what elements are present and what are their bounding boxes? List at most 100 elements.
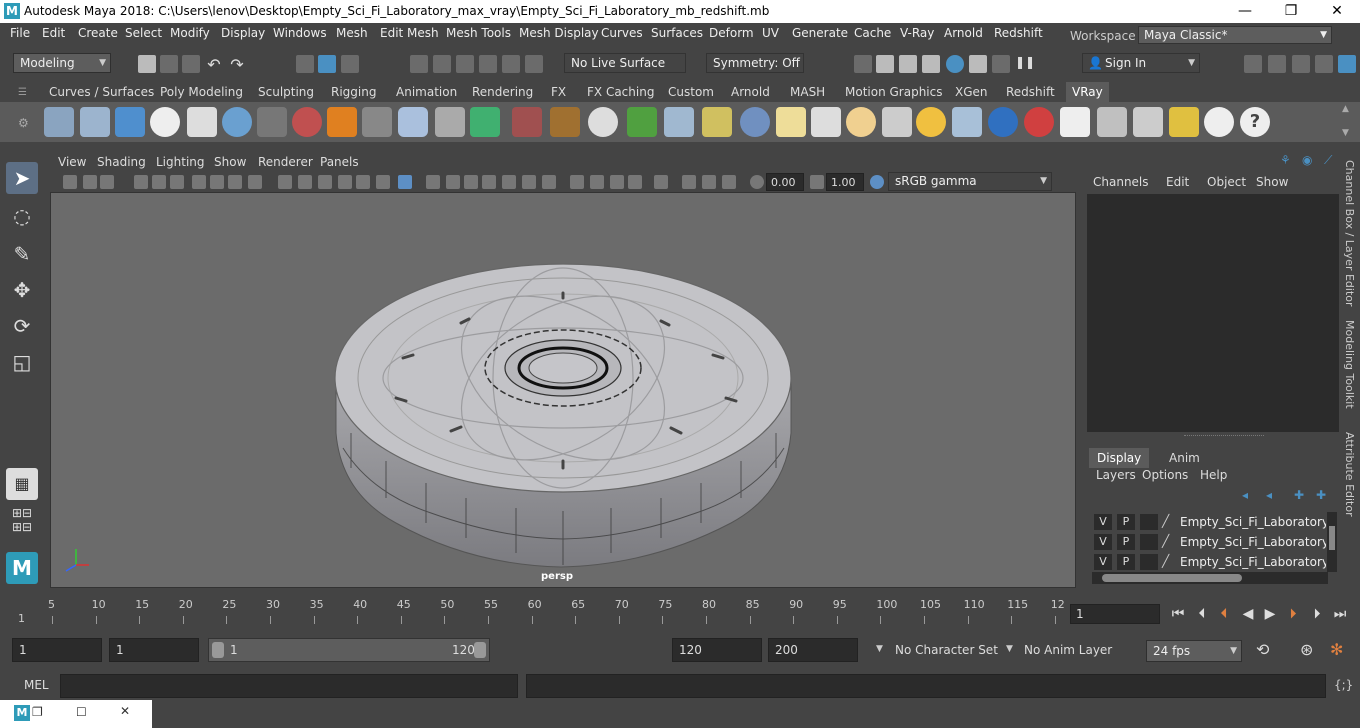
splitter-handle[interactable] [1184,435,1264,437]
vray-proxy-icon[interactable] [80,107,110,137]
attribute-icon[interactable]: ◉ [1302,153,1312,167]
menu-set-dropdown[interactable]: Modeling ▼ [13,53,111,73]
vray-dome-icon[interactable] [740,107,770,137]
current-frame-field[interactable]: 1 [1070,604,1160,624]
tab-motion-graphics[interactable]: Motion Graphics [845,85,943,99]
layer-playback-toggle[interactable]: P [1117,554,1135,570]
menu-deform[interactable]: Deform [709,26,754,40]
go-to-start-icon[interactable]: ⏮ [1168,604,1188,624]
open-scene-icon[interactable] [160,55,178,73]
scrollbar-thumb[interactable] [1102,574,1242,582]
vray-window-icon[interactable] [115,107,145,137]
vray-curve-icon[interactable] [702,107,732,137]
layer-menu-layers[interactable]: Layers [1096,468,1136,482]
camera-attributes-icon[interactable] [83,175,97,189]
snap-curve-icon[interactable] [433,55,451,73]
gate-mask-icon[interactable] [248,175,262,189]
render-settings-icon[interactable] [922,55,940,73]
close-icon[interactable]: ✕ [120,704,130,718]
ambient-occlusion-icon[interactable] [482,175,496,189]
save-scene-icon[interactable] [182,55,200,73]
color-space-dropdown[interactable]: sRGB gamma ▼ [888,172,1052,191]
vray-light-dome-icon[interactable] [776,107,806,137]
snap-view-plane-icon[interactable] [479,55,497,73]
vp-menu-panels[interactable]: Panels [320,155,359,169]
camera-select-icon[interactable] [63,175,77,189]
layer-menu-options[interactable]: Options [1142,468,1188,482]
vp-menu-view[interactable]: View [58,155,86,169]
character-set-dropdown[interactable]: No Character Set [895,643,998,657]
close-button[interactable]: ✕ [1314,0,1360,23]
range-slider[interactable] [208,638,490,662]
tab-animation[interactable]: Animation [396,85,457,99]
move-layer-up-icon[interactable]: ◂ [1242,488,1248,502]
menu-create[interactable]: Create [78,26,118,40]
step-forward-frame-icon[interactable]: ⏵ [1307,604,1327,624]
vray-render-icon[interactable] [992,55,1010,73]
go-to-end-icon[interactable]: ⏭ [1330,604,1350,624]
safe-action-icon[interactable] [298,175,312,189]
tab-xgen[interactable]: XGen [955,85,988,99]
vray-sphere-light-icon[interactable] [846,107,876,137]
vray-globe-icon[interactable] [588,107,618,137]
layer-name[interactable]: Empty_Sci_Fi_Laboratory_lay [1180,555,1326,569]
new-scene-icon[interactable] [138,55,156,73]
menu-arnold[interactable]: Arnold [944,26,983,40]
tab-mash[interactable]: MASH [790,85,825,99]
chevron-down-icon[interactable]: ▼ [1006,644,1013,654]
new-layer-selected-icon[interactable]: ✚ [1316,488,1326,502]
chevron-down-icon[interactable]: ▼ [876,644,883,654]
vray-cone-icon[interactable] [435,107,465,137]
vray-logo-icon[interactable] [150,107,180,137]
menu-select[interactable]: Select [125,26,162,40]
layer-color-icon[interactable]: ╱ [1162,554,1169,568]
vp-menu-renderer[interactable]: Renderer [258,155,313,169]
vray-spheres-icon[interactable] [292,107,322,137]
color-management-toggle-icon[interactable] [870,175,884,189]
step-back-frame-icon[interactable]: ⏴ [1192,604,1212,624]
layer-display-type[interactable] [1140,554,1158,570]
paint-select-tool-icon[interactable]: ✎ [6,238,38,270]
tab-vray[interactable]: VRay [1066,82,1109,102]
layer-editor-toggle-icon[interactable] [1338,55,1356,73]
range-start-handle[interactable] [212,642,224,658]
vray-grid-texture-icon[interactable] [550,107,580,137]
film-gate-icon[interactable] [210,175,224,189]
menu-edit-mesh[interactable]: Edit Mesh [380,26,439,40]
magnet-icon[interactable] [525,55,543,73]
cb-menu-show[interactable]: Show [1256,175,1288,189]
layer-playback-toggle[interactable]: P [1117,534,1135,550]
channel-box-toggle-icon[interactable] [1315,55,1333,73]
script-editor-icon[interactable]: {;} [1334,678,1353,692]
move-tool-icon[interactable]: ✥ [6,274,38,306]
tab-redshift[interactable]: Redshift [1006,85,1055,99]
cb-menu-edit[interactable]: Edit [1166,175,1189,189]
layer-horizontal-scrollbar[interactable] [1092,572,1328,584]
range-end-handle[interactable] [474,642,486,658]
vray-settings-icon[interactable] [1133,107,1163,137]
channel-box-icon[interactable]: ⚘ [1280,153,1291,167]
menu-surfaces[interactable]: Surfaces [651,26,703,40]
hypershade-icon[interactable] [946,55,964,73]
layer-menu-help[interactable]: Help [1200,468,1227,482]
frame-selected-icon[interactable] [702,175,716,189]
layer-visibility-toggle[interactable]: V [1094,514,1112,530]
vray-sphere-box-icon[interactable] [398,107,428,137]
shelf-settings-gear-icon[interactable]: ⚙ [18,116,29,130]
vray-landscape-icon[interactable] [470,107,500,137]
loop-icon[interactable]: ⟲ [1256,640,1269,659]
tab-anim[interactable]: Anim [1161,448,1208,468]
layer-playback-toggle[interactable]: P [1117,514,1135,530]
vray-fur-icon[interactable] [627,107,657,137]
image-plane-icon[interactable] [134,175,148,189]
play-backward-icon[interactable]: ◀ [1238,604,1258,624]
time-slider[interactable]: 1 5 10 15 20 25 30 35 40 45 50 55 60 65 70 75 80 85 90 95 1… [14,596,1066,630]
move-layer-down-icon[interactable]: ◂ [1266,488,1272,502]
menu-mesh-tools[interactable]: Mesh Tools [446,26,511,40]
tab-rigging[interactable]: Rigging [331,85,376,99]
tab-fx[interactable]: FX [551,85,566,99]
grease-pencil-icon[interactable] [170,175,184,189]
grid-icon[interactable] [192,175,206,189]
menu-modify[interactable]: Modify [170,26,210,40]
mel-label[interactable]: MEL [24,678,49,692]
